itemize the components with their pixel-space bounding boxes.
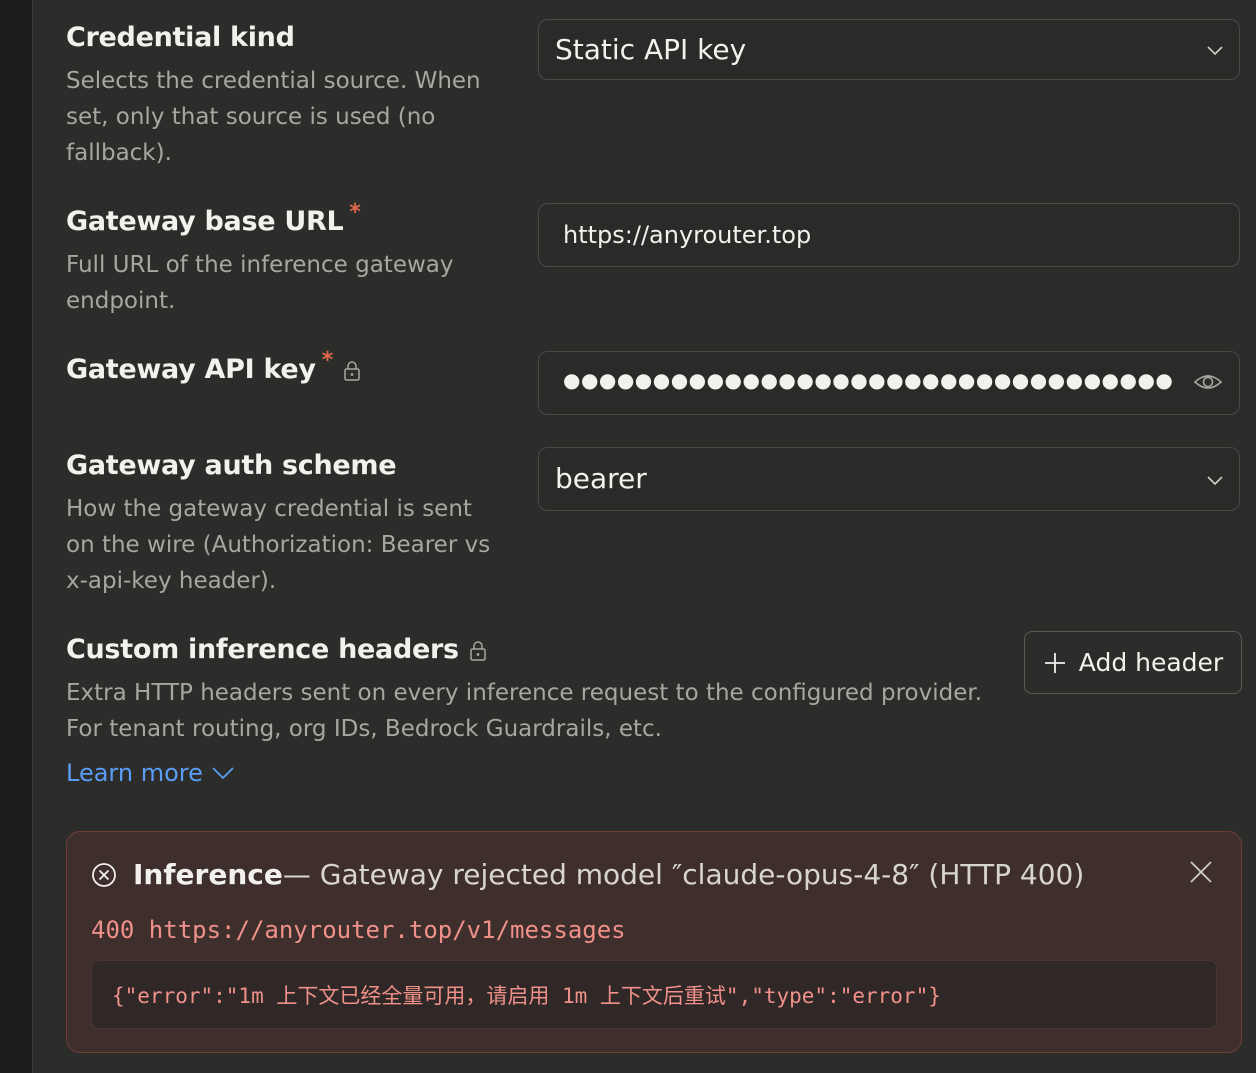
credential-kind-description: Selects the credential source. When set,…	[66, 68, 481, 166]
gateway-api-key-masked-value: ●●●●●●●●●●●●●●●●●●●●●●●●●●●●●●●●●●●●●●●●…	[563, 368, 1173, 392]
gateway-api-key-title: Gateway API key	[66, 354, 316, 385]
required-asterisk: *	[349, 200, 361, 225]
gateway-api-key-input[interactable]: ●●●●●●●●●●●●●●●●●●●●●●●●●●●●●●●●●●●●●●●●…	[538, 351, 1240, 415]
error-response-body: {"error":"1m 上下文已经全量可用，请启用 1m 上下文后重试","t…	[91, 960, 1217, 1029]
error-heading: Inference — Gateway rejected model ″clau…	[91, 858, 1084, 891]
custom-headers-description-line-2: For tenant routing, org IDs, Bedrock Gua…	[66, 716, 662, 742]
gateway-auth-scheme-value: bearer	[555, 462, 647, 495]
gateway-auth-scheme-description: How the gateway credential is sent on th…	[66, 496, 491, 594]
custom-headers-description-line-1: Extra HTTP headers sent on every inferen…	[66, 680, 983, 706]
error-request-line: 400 https://anyrouter.top/v1/messages	[91, 916, 626, 944]
gateway-base-url-input[interactable]: https://anyrouter.top	[538, 203, 1240, 267]
lock-icon	[344, 361, 360, 381]
error-message: — Gateway rejected model ″claude-opus-4-…	[282, 858, 1085, 891]
gateway-base-url-value: https://anyrouter.top	[563, 221, 812, 249]
custom-headers-title: Custom inference headers	[66, 634, 459, 665]
chevron-down-icon	[1207, 46, 1223, 56]
gateway-base-url-description: Full URL of the inference gateway endpoi…	[66, 252, 454, 314]
plus-icon	[1044, 652, 1065, 673]
add-header-label: Add header	[1078, 648, 1224, 677]
left-rail	[0, 0, 32, 1073]
gateway-auth-scheme-title: Gateway auth scheme	[66, 450, 397, 481]
required-asterisk: *	[321, 348, 334, 373]
error-title: Inference	[133, 858, 283, 891]
close-icon[interactable]	[1189, 860, 1213, 884]
chevron-down-icon	[1207, 476, 1223, 486]
gateway-base-url-title: Gateway base URL	[66, 206, 344, 237]
gateway-auth-scheme-label: Gateway auth scheme	[66, 450, 397, 481]
error-alert: Inference — Gateway rejected model ″clau…	[66, 831, 1242, 1053]
credential-kind-label: Credential kind	[66, 22, 295, 53]
gateway-api-key-label: Gateway API key *	[66, 348, 361, 385]
eye-icon[interactable]	[1193, 368, 1223, 396]
custom-headers-description: Extra HTTP headers sent on every inferen…	[66, 675, 1006, 747]
lock-icon	[470, 641, 486, 661]
error-response-text: {"error":"1m 上下文已经全量可用，请启用 1m 上下文后重试","t…	[112, 984, 941, 1008]
credential-kind-title: Credential kind	[66, 22, 295, 53]
credential-kind-select[interactable]: Static API key	[538, 19, 1240, 80]
credential-kind-value: Static API key	[555, 33, 747, 66]
add-header-button[interactable]: Add header	[1024, 631, 1242, 694]
chevron-down-icon	[212, 767, 234, 780]
custom-headers-label: Custom inference headers	[66, 634, 487, 665]
gateway-base-url-label: Gateway base URL *	[66, 200, 361, 237]
settings-panel: Credential kind Selects the credential s…	[32, 0, 1256, 1073]
learn-more-label: Learn more	[66, 759, 203, 787]
learn-more-link[interactable]: Learn more	[66, 759, 235, 787]
gateway-auth-scheme-select[interactable]: bearer	[538, 447, 1240, 511]
error-circle-icon	[92, 862, 116, 887]
